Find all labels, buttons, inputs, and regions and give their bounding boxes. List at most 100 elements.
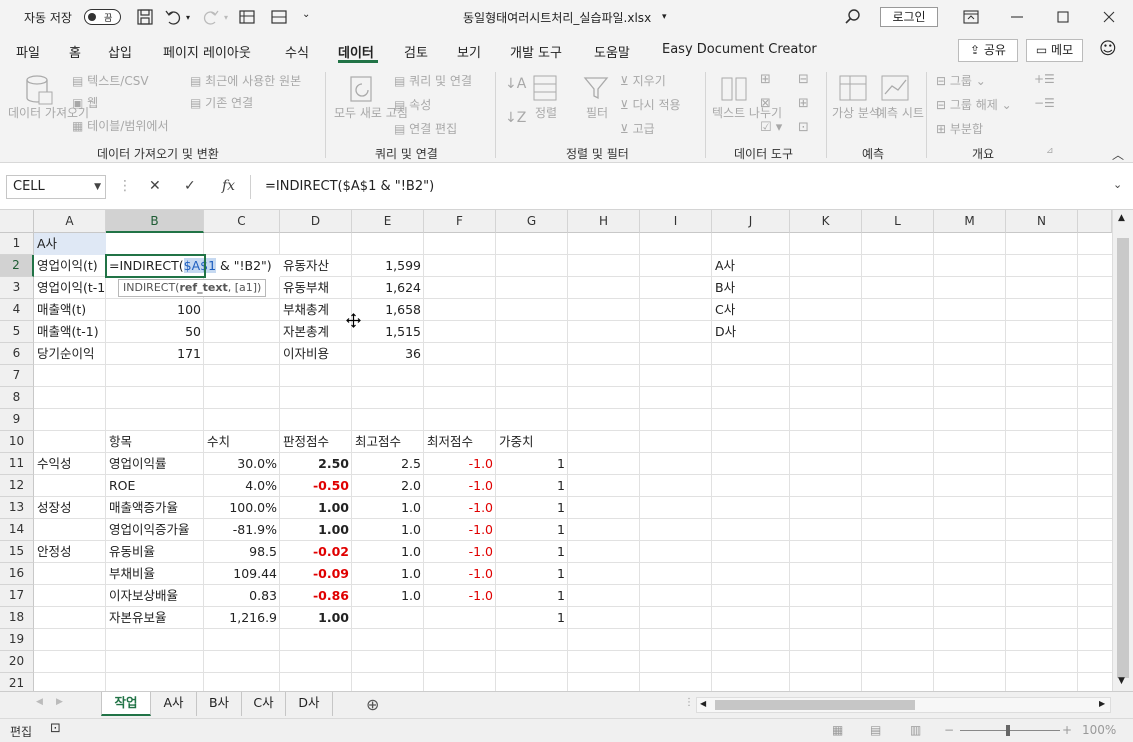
tab-view[interactable]: 보기 (457, 42, 481, 61)
form-icon[interactable] (238, 8, 256, 26)
tab-split-handle-icon[interactable]: ⋮ (684, 697, 694, 708)
cell-E4[interactable]: 1,658 (352, 299, 424, 321)
row-header-12[interactable]: 12 (0, 475, 34, 497)
text-to-columns-button[interactable]: 텍스트 나누기 (712, 106, 782, 121)
cell-D6[interactable]: 이자비용 (280, 343, 332, 365)
table-score[interactable]: 1.00 (280, 607, 352, 629)
row-header-15[interactable]: 15 (0, 541, 34, 563)
cell-B5[interactable]: 50 (106, 321, 204, 343)
table-min-score[interactable]: -1.0 (424, 563, 496, 585)
cell-E2[interactable]: 1,599 (352, 255, 424, 277)
row-header-17[interactable]: 17 (0, 585, 34, 607)
table-weight[interactable]: 1 (496, 585, 568, 607)
table-value[interactable]: 1,216.9 (204, 607, 280, 629)
group-button[interactable]: ⊟ 그룹 ⌄ (936, 72, 986, 89)
name-box[interactable]: CELL ▼ (6, 175, 106, 199)
table-score[interactable]: -0.50 (280, 475, 352, 497)
tab-data[interactable]: 데이터 (338, 42, 374, 61)
tab-easy-document-creator[interactable]: Easy Document Creator (662, 42, 817, 57)
zoom-in-icon[interactable]: + (1062, 723, 1072, 737)
header-value[interactable]: 수치 (204, 431, 233, 453)
autosave-toggle[interactable]: 끔 (84, 9, 121, 25)
zoom-slider-knob[interactable] (1006, 725, 1010, 736)
table-max-score[interactable] (352, 607, 424, 629)
table-value[interactable]: 98.5 (204, 541, 280, 563)
customize-qat-icon[interactable]: ⌄ (302, 9, 310, 20)
table-max-score[interactable]: 1.0 (352, 585, 424, 607)
zoom-level[interactable]: 100% (1082, 723, 1116, 737)
horizontal-scroll-thumb[interactable] (715, 700, 915, 710)
table-max-score[interactable]: 1.0 (352, 519, 424, 541)
header-min[interactable]: 최저점수 (424, 431, 476, 453)
table-value[interactable]: 0.83 (204, 585, 280, 607)
filter-button[interactable]: 필터 (580, 106, 614, 121)
column-header-i[interactable]: I (640, 210, 712, 233)
sheet-tab-work[interactable]: 작업 (101, 692, 151, 716)
cell-J4[interactable]: C사 (712, 299, 738, 321)
page-layout-view-icon[interactable]: ▤ (870, 723, 881, 737)
ribbon-display-icon[interactable] (962, 8, 980, 26)
reapply-button[interactable]: ⊻ 다시 적용 (620, 96, 681, 113)
existing-connections-button[interactable]: ▤ 기존 연결 (190, 94, 253, 111)
cell-D5[interactable]: 자본총계 (280, 321, 332, 343)
column-header-b[interactable]: B (106, 210, 204, 233)
redo-dropdown-icon[interactable]: ▾ (224, 13, 228, 22)
column-header-n[interactable]: N (1006, 210, 1078, 233)
formula-input[interactable]: =INDIRECT($A$1 & "!B2") (250, 175, 1126, 199)
memo-button[interactable]: ▭ 메모 (1026, 39, 1083, 62)
login-button[interactable]: 로그인 (880, 7, 938, 27)
scroll-down-icon[interactable]: ▼ (1118, 676, 1125, 686)
column-header-m[interactable]: M (934, 210, 1006, 233)
column-header-d[interactable]: D (280, 210, 352, 233)
table-category[interactable] (34, 607, 40, 629)
header-score[interactable]: 판정점수 (280, 431, 332, 453)
vertical-scrollbar[interactable]: ▲ ▼ (1112, 210, 1133, 691)
subtotal-button[interactable]: ⊞ 부분합 (936, 120, 983, 137)
table-weight[interactable]: 1 (496, 453, 568, 475)
share-button[interactable]: ⇪ 공유 (958, 39, 1018, 62)
table-weight[interactable]: 1 (496, 541, 568, 563)
table-min-score[interactable]: -1.0 (424, 519, 496, 541)
table-value[interactable]: 109.44 (204, 563, 280, 585)
column-header-a[interactable]: A (34, 210, 106, 233)
undo-dropdown-icon[interactable]: ▾ (186, 13, 190, 22)
cell-A6[interactable]: 당기순이익 (34, 343, 98, 365)
row-header-6[interactable]: 6 (0, 343, 34, 365)
column-header-e[interactable]: E (352, 210, 424, 233)
tab-developer[interactable]: 개발 도구 (510, 42, 562, 61)
recent-sources-button[interactable]: ▤ 최근에 사용한 원본 (190, 72, 301, 89)
table-weight[interactable]: 1 (496, 519, 568, 541)
page-break-view-icon[interactable]: ▥ (910, 723, 921, 737)
row-header-16[interactable]: 16 (0, 563, 34, 585)
table-max-score[interactable]: 1.0 (352, 563, 424, 585)
formula-bar-options-icon[interactable]: ⋮ (118, 178, 132, 194)
table-category[interactable]: 안정성 (34, 541, 75, 563)
table-weight[interactable]: 1 (496, 475, 568, 497)
column-header-partial[interactable] (1078, 210, 1112, 233)
confirm-entry-icon[interactable]: ✓ (184, 178, 196, 194)
sort-descending-icon[interactable]: ↓Z (505, 110, 526, 126)
tab-formulas[interactable]: 수식 (285, 42, 309, 61)
row-header-20[interactable]: 20 (0, 651, 34, 673)
cell-D3[interactable]: 유동부채 (280, 277, 332, 299)
name-box-dropdown-icon[interactable]: ▼ (94, 176, 101, 198)
table-score[interactable]: -0.02 (280, 541, 352, 563)
row-header-7[interactable]: 7 (0, 365, 34, 387)
maximize-icon[interactable] (1054, 8, 1072, 26)
row-header-18[interactable]: 18 (0, 607, 34, 629)
cell-A3[interactable]: 영업이익(t-1 (34, 277, 106, 299)
row-header-1[interactable]: 1 (0, 233, 34, 255)
column-header-c[interactable]: C (204, 210, 280, 233)
table-min-score[interactable] (424, 607, 496, 629)
table-value[interactable]: 30.0% (204, 453, 280, 475)
prev-sheet-icon[interactable]: ◀ (36, 697, 43, 707)
smiley-feedback-icon[interactable]: ☺ (1099, 39, 1117, 59)
clear-filter-button[interactable]: ⊻ 지우기 (620, 72, 666, 89)
scroll-right-icon[interactable]: ▶ (1099, 699, 1105, 708)
worksheet-grid[interactable]: ABCDEFGHIJKLMN 1 2 3 4 5 6 7 8 9 10 11 12 13 14 15 16 17… (0, 210, 1133, 691)
table-weight[interactable]: 1 (496, 497, 568, 519)
outline-dialog-launcher-icon[interactable]: ⊿ (1046, 146, 1054, 156)
save-icon[interactable] (136, 8, 154, 26)
add-sheet-icon[interactable]: ⊕ (366, 695, 379, 714)
table-item[interactable]: 영업이익률 (106, 453, 170, 475)
